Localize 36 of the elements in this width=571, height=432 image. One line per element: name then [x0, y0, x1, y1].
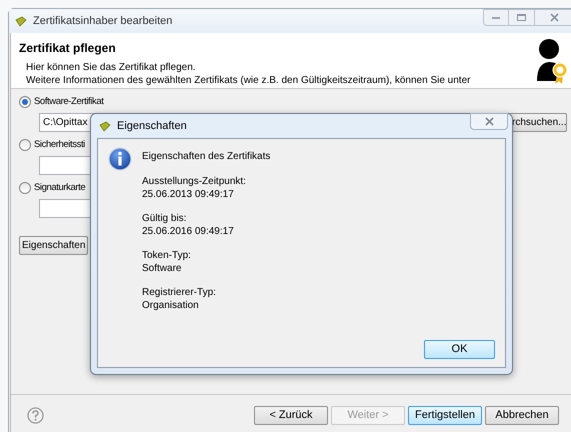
info-icon — [108, 147, 132, 171]
radio-button[interactable] — [19, 182, 31, 194]
property-value: Organisation — [142, 299, 200, 312]
header-title: Zertifikat pflegen — [19, 40, 117, 57]
dialog-title: Eigenschaften — [117, 118, 187, 134]
radio-label: Sicherheitssti — [34, 138, 85, 152]
maximize-button[interactable] — [509, 9, 535, 26]
header-description: Weitere Informationen des gewählten Zertifikats (wie z.B. den Gültigkeitszeitraum), können Sie unter — [25, 74, 472, 87]
property-label: Token-Typ: — [142, 249, 192, 262]
ok-button[interactable]: OK — [424, 340, 495, 359]
close-button[interactable] — [470, 113, 508, 130]
property-label: Ausstellungs-Zeitpunkt: — [142, 175, 247, 188]
property-value: Software — [142, 262, 182, 275]
help-icon[interactable] — [27, 407, 44, 424]
app-icon — [15, 16, 27, 26]
wizard-button[interactable]: < Zurück — [254, 406, 328, 425]
property-value: 25.06.2016 09:49:17 — [142, 225, 235, 238]
window-title: Zertifikatsinhaber bearbeiten — [33, 14, 172, 29]
property-label: Registrierer-Typ: — [142, 286, 217, 299]
close-icon — [484, 117, 494, 126]
field-value: C:\Opittax — [43, 116, 88, 130]
minimize-button[interactable] — [483, 9, 509, 26]
radio-label: Software-Zertifikat — [34, 94, 104, 109]
wizard-button[interactable]: Abbrechen — [485, 406, 559, 425]
properties-button[interactable]: Eigenschaften — [19, 236, 88, 255]
header-description: Hier können Sie das Zertifikat pflegen. — [25, 61, 197, 74]
radio-label: Signaturkarte — [34, 180, 86, 195]
close-button[interactable] — [535, 9, 571, 26]
close-icon — [550, 13, 559, 22]
app-icon — [99, 120, 111, 132]
dialog-heading: Eigenschaften des Zertifikats — [142, 150, 270, 164]
radio-button[interactable] — [19, 96, 31, 108]
property-value: 25.06.2013 09:49:17 — [142, 188, 235, 201]
wizard-button[interactable]: Fertigstellen — [408, 406, 482, 425]
property-label: Gültig bis: — [142, 212, 188, 225]
radio-button[interactable] — [19, 139, 31, 151]
